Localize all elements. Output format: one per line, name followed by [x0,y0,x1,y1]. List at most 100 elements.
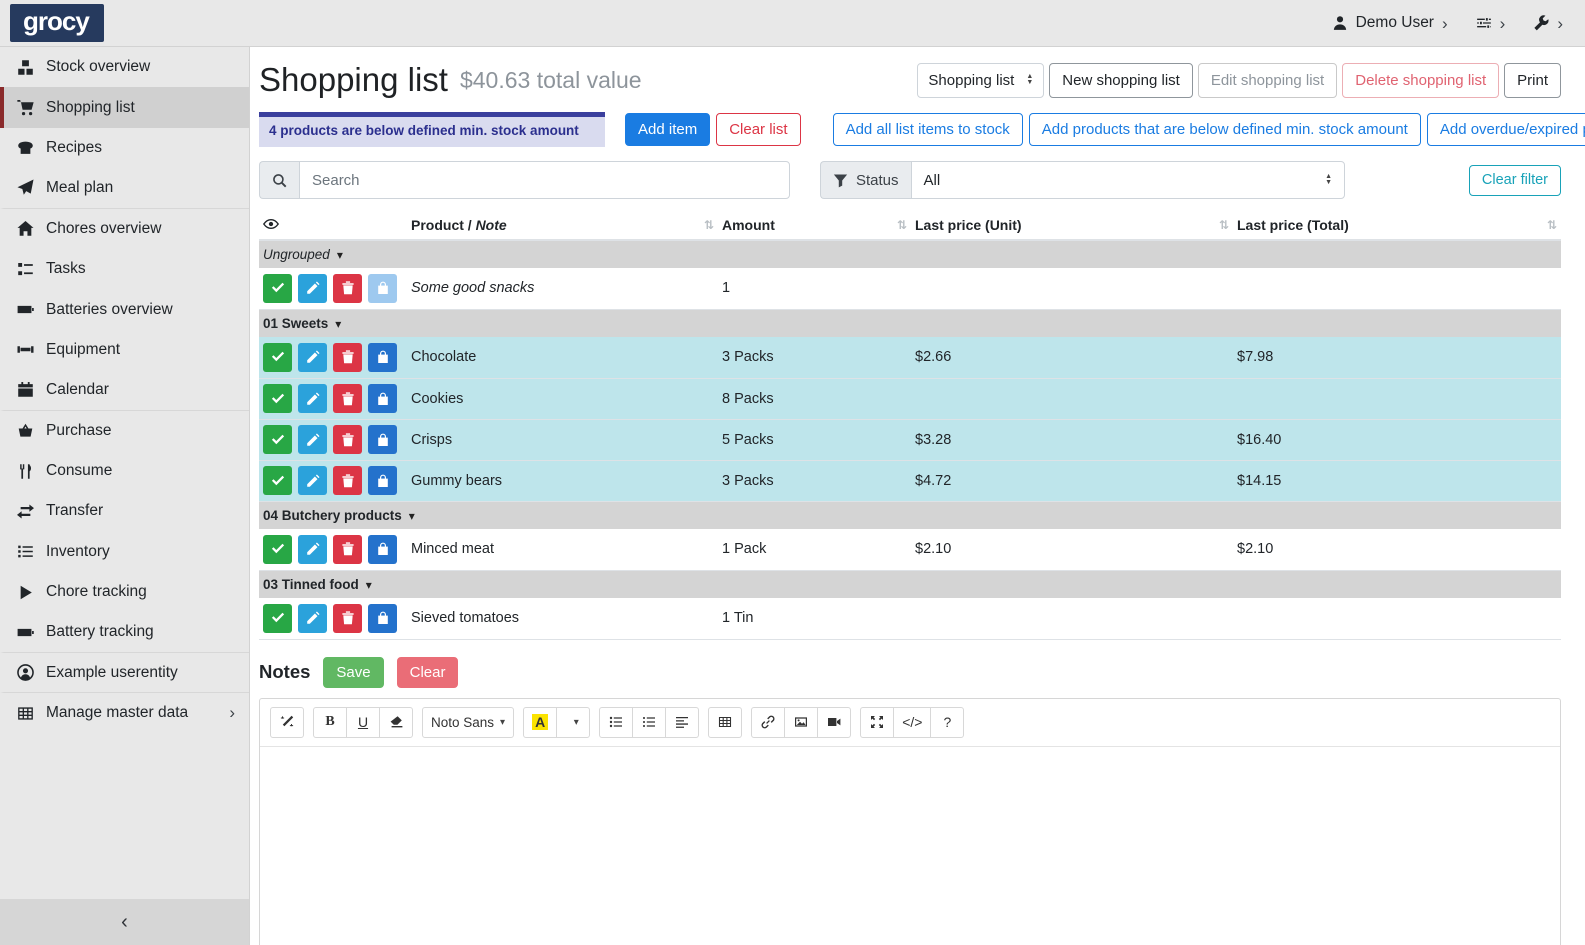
delete-shopping-list-button[interactable]: Delete shopping list [1342,63,1499,98]
edit-shopping-list-button[interactable]: Edit shopping list [1198,63,1337,98]
last-price-unit-cell [911,378,1233,419]
bold-button[interactable]: B [313,707,347,738]
status-select[interactable]: All ▲▼ [911,161,1345,199]
unordered-list-button[interactable] [599,707,633,738]
column-header-last-price-total[interactable]: Last price (Total)⇅ [1233,211,1561,240]
product-group-row[interactable]: 01 Sweets▾ [259,309,1561,337]
clear-filter-button[interactable]: Clear filter [1469,165,1561,196]
sidebar-item-recipes[interactable]: Recipes [0,128,249,168]
row-delete-button[interactable] [333,535,362,564]
product-group-row[interactable]: Ungrouped▾ [259,240,1561,268]
row-add-to-stock-button[interactable] [368,466,397,495]
sidebar-item-inventory[interactable]: Inventory [0,532,249,572]
link-button[interactable] [751,707,785,738]
shopping-list-select[interactable]: Shopping list ▲▼ [917,63,1044,98]
row-edit-button[interactable] [298,604,327,633]
amount-cell: 1 Pack [718,529,911,570]
eraser-button[interactable] [379,707,413,738]
row-add-to-stock-button[interactable] [368,425,397,454]
row-done-button[interactable] [263,343,292,372]
settings-menu[interactable]: › [1476,15,1506,32]
fullscreen-button[interactable] [860,707,894,738]
product-group-row[interactable]: 04 Butchery products▾ [259,501,1561,529]
column-header-last-price-unit[interactable]: Last price (Unit)⇅ [911,211,1233,240]
user-menu[interactable]: Demo User › [1332,14,1448,32]
sidebar-item-stock-overview[interactable]: Stock overview [0,47,249,87]
sidebar-collapse-button[interactable]: ‹ [0,899,249,945]
notes-clear-button[interactable]: Clear [397,657,459,688]
column-header-product[interactable]: Product / Note ⇅ [407,211,718,240]
sidebar-item-chore-tracking[interactable]: Chore tracking [0,572,249,612]
toolbar-group [708,707,742,738]
ordered-list-button[interactable] [632,707,666,738]
row-add-to-stock-button[interactable] [368,384,397,413]
clear-list-button[interactable]: Clear list [716,113,800,146]
video-button[interactable] [817,707,851,738]
row-edit-button[interactable] [298,343,327,372]
row-add-to-stock-button[interactable] [368,535,397,564]
row-edit-button[interactable] [298,425,327,454]
row-edit-button[interactable] [298,466,327,495]
sidebar-item-consume[interactable]: Consume [0,451,249,491]
row-delete-button[interactable] [333,604,362,633]
paragraph-button[interactable] [665,707,699,738]
sidebar-item-tasks[interactable]: Tasks [0,249,249,289]
table-button[interactable] [708,707,742,738]
sidebar-item-battery-tracking[interactable]: Battery tracking [0,612,249,652]
toolbar-group: BU [313,707,413,738]
sidebar-item-meal-plan[interactable]: Meal plan [0,168,249,208]
sidebar-item-shopping-list[interactable]: Shopping list [0,87,249,127]
row-delete-button[interactable] [333,343,362,372]
row-add-to-stock-button[interactable] [368,604,397,633]
row-done-button[interactable] [263,535,292,564]
highlight-color-button[interactable]: A [523,707,557,738]
font-family-button[interactable]: Noto Sans▾ [422,707,514,738]
sidebar-item-batteries-overview[interactable]: Batteries overview [0,289,249,329]
last-price-total-cell: $14.15 [1233,460,1561,501]
row-done-button[interactable] [263,425,292,454]
row-delete-button[interactable] [333,274,362,303]
row-done-button[interactable] [263,466,292,495]
list-controls: Shopping list ▲▼ New shopping list Edit … [917,63,1561,98]
add-all-to-stock-button[interactable]: Add all list items to stock [833,113,1023,146]
sidebar-item-equipment[interactable]: Equipment [0,330,249,370]
search-input[interactable] [299,161,790,199]
column-header-done[interactable] [259,211,407,240]
magic-button[interactable] [270,707,304,738]
add-item-button[interactable]: Add item [625,113,710,146]
underline-button[interactable]: U [346,707,380,738]
picture-button[interactable] [784,707,818,738]
sidebar-item-transfer[interactable]: Transfer [0,491,249,531]
row-done-button[interactable] [263,384,292,413]
print-button[interactable]: Print [1504,63,1561,98]
sidebar-item-chores-overview[interactable]: Chores overview [0,209,249,249]
grocy-logo[interactable]: grocy [10,4,104,42]
color-picker-caret-button[interactable]: ▾ [556,707,590,738]
row-delete-button[interactable] [333,384,362,413]
eye-icon[interactable] [263,216,279,232]
row-done-button[interactable] [263,604,292,633]
row-edit-button[interactable] [298,384,327,413]
notes-editor-area[interactable] [260,747,1560,945]
transfer-icon [16,503,35,520]
row-edit-button[interactable] [298,274,327,303]
notes-save-button[interactable]: Save [323,657,383,688]
row-add-to-stock-button[interactable] [368,343,397,372]
row-delete-button[interactable] [333,466,362,495]
row-done-button[interactable] [263,274,292,303]
admin-menu[interactable]: › [1533,15,1563,32]
sidebar-item-calendar[interactable]: Calendar [0,370,249,410]
sidebar-item-manage-master-data[interactable]: Manage master data› [0,693,249,733]
help-button[interactable]: ? [930,707,964,738]
add-overdue-button[interactable]: Add overdue/expired products [1427,113,1585,146]
sidebar-item-example-userentity[interactable]: Example userentity [0,653,249,693]
sidebar-item-purchase[interactable]: Purchase [0,411,249,451]
new-shopping-list-button[interactable]: New shopping list [1049,63,1193,98]
product-group-row[interactable]: 03 Tinned food▾ [259,570,1561,598]
row-delete-button[interactable] [333,425,362,454]
last-price-total-cell [1233,378,1561,419]
row-edit-button[interactable] [298,535,327,564]
add-below-min-stock-button[interactable]: Add products that are below defined min.… [1029,113,1421,146]
column-header-amount[interactable]: Amount⇅ [718,211,911,240]
codeview-button[interactable]: </> [893,707,931,738]
